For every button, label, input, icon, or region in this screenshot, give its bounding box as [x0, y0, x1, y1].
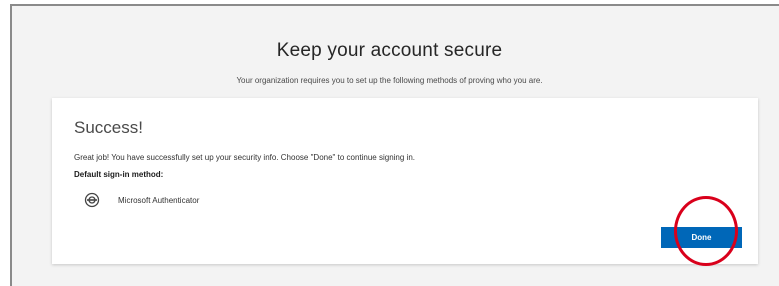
success-card: Success! Great job! You have successfull… [52, 98, 758, 264]
method-name: Microsoft Authenticator [118, 195, 200, 205]
authenticator-icon [84, 192, 100, 208]
success-message: Great job! You have successfully set up … [74, 153, 415, 162]
page-title: Keep your account secure [276, 40, 503, 61]
done-button[interactable]: Done [661, 227, 742, 248]
card-title: Success! [74, 118, 143, 137]
sign-in-method: Microsoft Authenticator [84, 192, 199, 208]
default-method-label: Default sign-in method: [74, 170, 164, 179]
page-subtitle: Your organization requires you to set up… [236, 76, 543, 85]
